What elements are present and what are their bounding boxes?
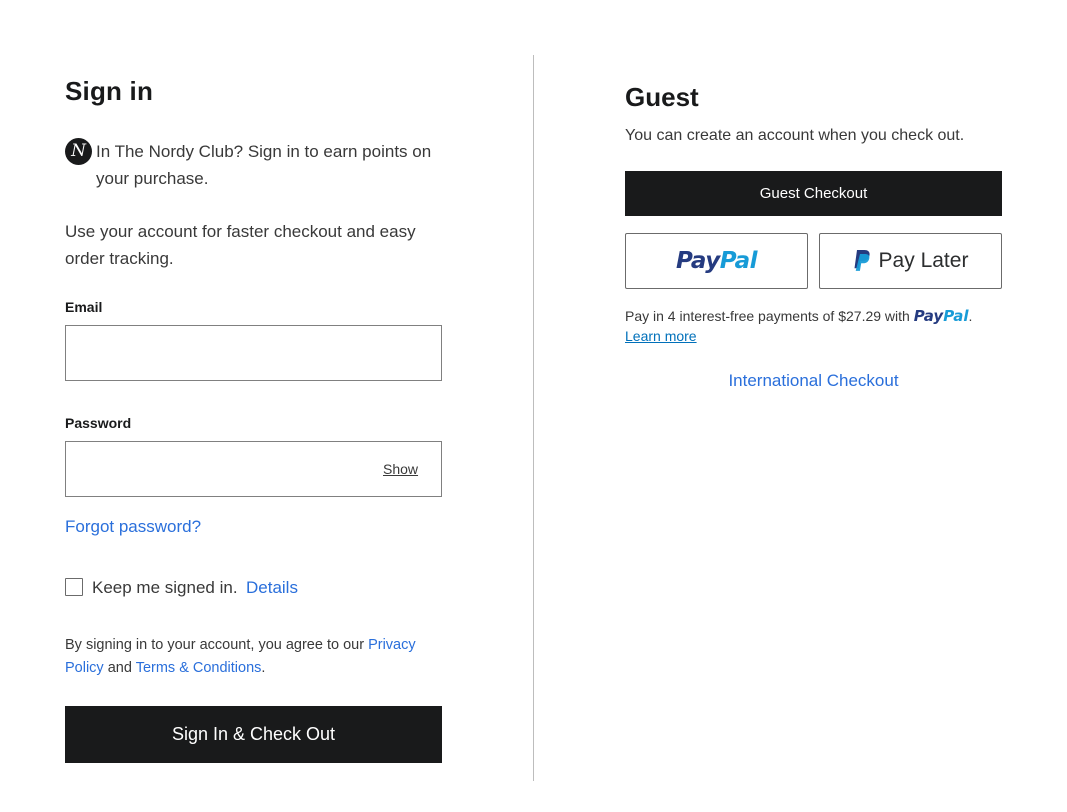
paypal-pay-later-button[interactable]: Pay Later (819, 233, 1002, 289)
email-field[interactable] (65, 325, 442, 381)
guest-title: Guest (625, 82, 699, 112)
pay-later-label: Pay Later (878, 249, 969, 272)
installments-text: Pay in 4 interest-free payments of $27.2… (625, 306, 1002, 346)
nordy-club-text: In The Nordy Club? Sign in to earn point… (96, 142, 432, 188)
installments-message: Pay in 4 interest-free payments of $27.2… (625, 308, 914, 324)
paypal-inline-pal: Pal (943, 307, 969, 325)
keep-signed-in-label: Keep me signed in. (92, 578, 238, 597)
paypal-p-icon (853, 249, 871, 273)
account-benefits-text: Use your account for faster checkout and… (65, 222, 416, 268)
guest-checkout-button[interactable]: Guest Checkout (625, 171, 1002, 216)
column-divider (533, 55, 534, 781)
sign-in-checkout-button[interactable]: Sign In & Check Out (65, 706, 442, 763)
checkout-sign-in-page: Sign in N In The Nordy Club? Sign in to … (0, 0, 1067, 812)
keep-signed-in-details-link[interactable]: Details (246, 578, 298, 598)
sign-in-title: Sign in (65, 76, 154, 106)
paypal-logo-icon: PayPal (676, 248, 758, 274)
nordy-club-logo-icon: N (65, 138, 92, 165)
terms-conditions-link[interactable]: Terms & Conditions (136, 660, 262, 676)
legal-and: and (103, 660, 136, 676)
legal-prefix: By signing in to your account, you agree… (65, 637, 369, 653)
paypal-inline-pay: Pay (913, 307, 944, 325)
paypal-logo-pay: Pay (676, 248, 720, 274)
email-label: Email (65, 299, 103, 315)
keep-signed-in-checkbox[interactable] (65, 578, 83, 596)
paypal-button[interactable]: PayPal (625, 233, 808, 289)
legal-agreement-text: By signing in to your account, you agree… (65, 634, 442, 680)
show-password-button[interactable]: Show (383, 461, 418, 477)
guest-subtitle: You can create an account when you check… (625, 127, 965, 144)
learn-more-link[interactable]: Learn more (625, 328, 697, 344)
paypal-inline-logo-icon: PayPal (914, 307, 969, 325)
installments-period: . (968, 308, 973, 324)
legal-suffix: . (261, 660, 266, 676)
password-label: Password (65, 415, 132, 431)
paypal-logo-pal: Pal (719, 248, 758, 274)
international-checkout-link[interactable]: International Checkout (625, 371, 1002, 391)
forgot-password-link[interactable]: Forgot password? (65, 517, 201, 537)
